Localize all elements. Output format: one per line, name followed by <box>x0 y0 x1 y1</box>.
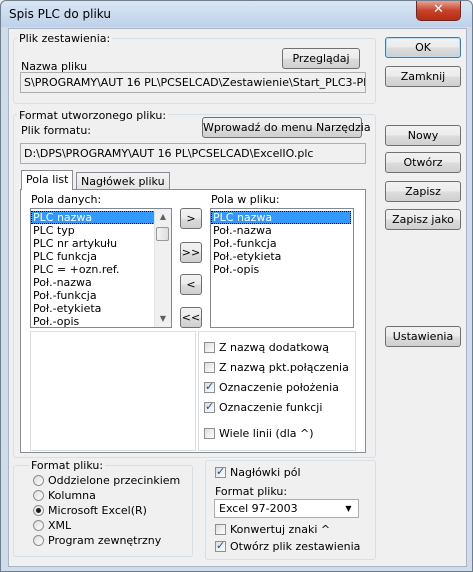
option-check-box[interactable]: ✓ <box>204 400 215 413</box>
file-field-item[interactable]: Poł.-funkcja <box>211 237 351 250</box>
file-field-item[interactable]: Poł.-etykieta <box>211 250 351 263</box>
data-fields-list[interactable]: PLC nazwa PLC typ PLC nr artykułu PLC funkc… <box>30 208 172 328</box>
chevron-down-icon[interactable]: ▼ <box>341 501 356 516</box>
headers-check-box[interactable]: ✓ <box>215 465 226 478</box>
tab-list-fields[interactable]: Pola list <box>21 170 74 190</box>
open-button[interactable]: Otwórz <box>385 152 461 173</box>
file-format-radio[interactable]: Kolumna <box>33 489 96 503</box>
settings-button[interactable]: Ustawienia <box>385 326 461 347</box>
option-label: Z nazwą dodatkową <box>219 341 329 354</box>
check-mark-icon: ✓ <box>205 380 215 393</box>
scroll-up-icon[interactable]: ▲ <box>155 209 171 225</box>
convert-checkbox-label: Konwertuj znaki ^ <box>230 523 331 536</box>
option-checkbox[interactable]: Wiele linii (dla ^) <box>204 427 314 441</box>
file-fields-label: Pola w pliku: <box>211 193 280 206</box>
file-format-label: Format pliku: <box>29 459 106 472</box>
add-field-button[interactable]: > <box>180 208 202 229</box>
close-button[interactable]: Zamknij <box>385 66 461 87</box>
option-check-box[interactable] <box>204 428 215 439</box>
data-field-item[interactable]: Poł.-funkcja <box>31 289 155 302</box>
option-label: Oznaczenie funkcji <box>219 401 323 414</box>
format-file-label: Plik formatu: <box>21 124 91 137</box>
data-fields-scrollbar[interactable]: ▲ ▼ <box>154 209 171 327</box>
option-checkbox[interactable]: Z nazwą dodatkową <box>204 341 329 355</box>
option-check-box[interactable] <box>204 342 215 353</box>
open-checkbox-label: Otwórz plik zestawienia <box>230 540 361 553</box>
format-file-field[interactable]: D:\DPS\PROGRAMY\AUT 16 PL\PCSELCAD\Excel… <box>20 143 366 164</box>
radio-label: Oddzielone przecinkiem <box>48 474 181 487</box>
option-check-box[interactable] <box>204 362 215 373</box>
format-group-label: Format utworzonego pliku: <box>17 109 169 122</box>
scroll-thumb[interactable] <box>156 227 169 241</box>
save-as-button[interactable]: Zapisz jako <box>385 209 461 230</box>
file-format-radio[interactable]: Program zewnętrzny <box>33 534 161 548</box>
radio-dot-icon <box>36 508 41 513</box>
option-label: Wiele linii (dla ^) <box>219 427 314 440</box>
window-title: Spis PLC do pliku <box>9 7 111 21</box>
radio-circle[interactable] <box>33 505 44 516</box>
headers-checkbox[interactable]: ✓ Nagłówki pól <box>215 465 301 480</box>
file-field-item[interactable]: Poł.-opis <box>211 263 351 276</box>
option-label: Z nazwą pkt.połączenia <box>219 361 349 374</box>
file-format-radio[interactable]: Oddzielone przecinkiem <box>33 474 180 488</box>
open-check-box[interactable]: ✓ <box>215 539 226 552</box>
radio-circle[interactable] <box>33 490 44 501</box>
data-field-item[interactable]: PLC nr artykułu <box>31 237 155 250</box>
headers-checkbox-label: Nagłówki pól <box>230 466 301 479</box>
data-fields-label: Pola danych: <box>31 193 102 206</box>
data-field-item[interactable]: Poł.-opis <box>31 315 155 327</box>
radio-label: XML <box>48 519 72 532</box>
file-format-radio[interactable]: Microsoft Excel(R) <box>33 504 147 518</box>
radio-label: Program zewnętrzny <box>48 534 162 547</box>
data-field-item[interactable]: PLC funkcja <box>31 250 155 263</box>
radio-circle[interactable] <box>33 535 44 546</box>
radio-circle[interactable] <box>33 475 44 486</box>
convert-check-box[interactable] <box>215 524 226 535</box>
option-checkbox[interactable]: Z nazwą pkt.połączenia <box>204 361 349 375</box>
dialog-window: Spis PLC do pliku ✕ Plik zestawienia: Na… <box>0 0 473 572</box>
data-field-item[interactable]: Poł.-etykieta <box>31 302 155 315</box>
close-icon[interactable]: ✕ <box>416 1 461 21</box>
option-checkbox[interactable]: ✓ Oznaczenie położenia <box>204 380 339 395</box>
save-button[interactable]: Zapisz <box>385 181 461 202</box>
add-all-fields-button[interactable]: >> <box>180 242 202 263</box>
file-field-item[interactable]: PLC nazwa <box>211 211 351 224</box>
file-name-field[interactable]: S\PROGRAMY\AUT 16 PL\PCSELCAD\Zestawieni… <box>20 72 366 93</box>
file-format-radio[interactable]: XML <box>33 519 71 533</box>
radio-label: Kolumna <box>48 489 96 502</box>
dialog-client-area: Plik zestawienia: Nazwa pliku Przeglądaj… <box>8 28 467 567</box>
data-field-item[interactable]: PLC nazwa <box>31 211 155 224</box>
new-button[interactable]: Nowy <box>385 125 461 146</box>
check-mark-icon: ✓ <box>216 465 226 478</box>
open-report-checkbox[interactable]: ✓ Otwórz plik zestawienia <box>215 539 361 554</box>
browse-button[interactable]: Przeglądaj <box>282 48 360 69</box>
tools-menu-button[interactable]: Wprowadź do menu Narzędzia <box>202 117 371 138</box>
scroll-down-icon[interactable]: ▼ <box>155 311 171 327</box>
option-label: Oznaczenie położenia <box>219 381 339 394</box>
file-fields-list[interactable]: PLC nazwa Poł.-nazwa Poł.-funkcja Poł.-etyk… <box>210 208 354 328</box>
check-mark-icon: ✓ <box>205 400 215 413</box>
convert-chars-checkbox[interactable]: Konwertuj znaki ^ <box>215 523 330 537</box>
data-field-item[interactable]: PLC = +ozn.ref. <box>31 263 155 276</box>
radio-label: Microsoft Excel(R) <box>48 504 147 517</box>
report-group-label: Plik zestawienia: <box>17 32 113 45</box>
remove-all-fields-button[interactable]: << <box>180 307 202 328</box>
radio-circle[interactable] <box>33 520 44 531</box>
ok-button[interactable]: OK <box>385 37 461 58</box>
tab-file-header[interactable]: Nagłówek pliku <box>76 172 170 190</box>
output-format-select[interactable]: Excel 97-2003 ▼ <box>214 499 359 518</box>
check-mark-icon: ✓ <box>216 539 226 552</box>
data-field-item[interactable]: Poł.-nazwa <box>31 276 155 289</box>
option-checkbox[interactable]: ✓ Oznaczenie funkcji <box>204 400 323 415</box>
title-bar[interactable]: Spis PLC do pliku ✕ <box>1 1 472 27</box>
file-field-item[interactable]: Poł.-nazwa <box>211 224 351 237</box>
output-format-label: Format pliku: <box>215 485 288 498</box>
remove-field-button[interactable]: < <box>180 274 202 295</box>
output-format-value: Excel 97-2003 <box>219 502 298 515</box>
empty-panel <box>30 331 196 451</box>
data-field-item[interactable]: PLC typ <box>31 224 155 237</box>
option-check-box[interactable]: ✓ <box>204 380 215 393</box>
